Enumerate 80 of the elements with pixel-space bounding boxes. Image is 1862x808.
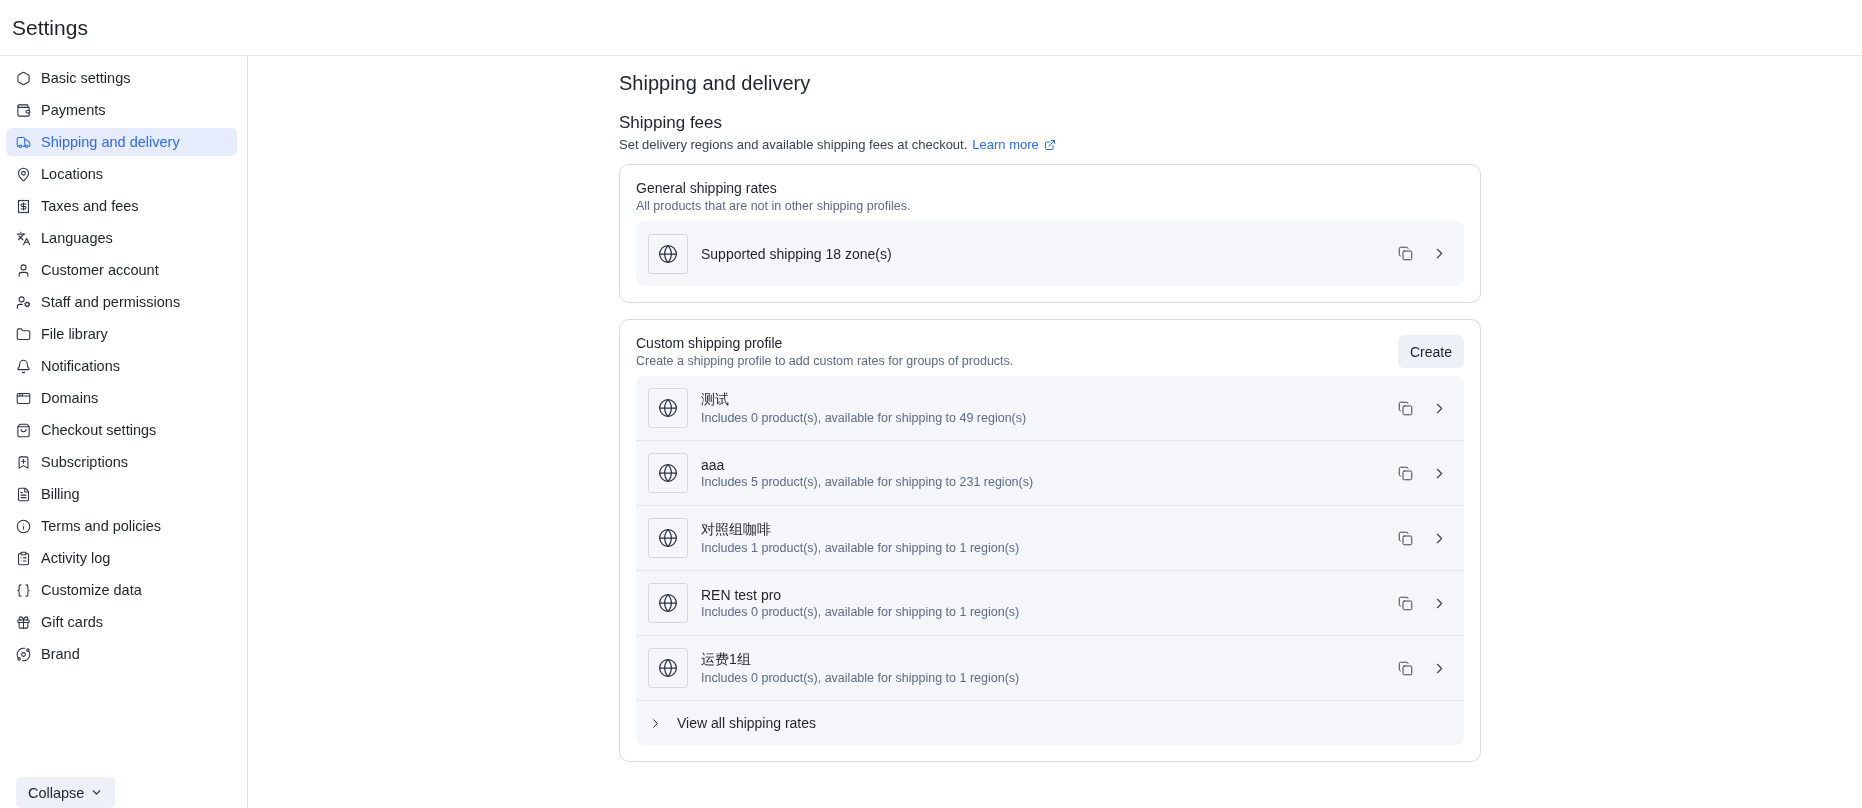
document-icon bbox=[16, 486, 31, 502]
copy-icon[interactable] bbox=[1398, 660, 1413, 676]
info-icon bbox=[16, 518, 31, 534]
card-subtitle: Create a shipping profile to add custom rates for groups of products. bbox=[636, 354, 1014, 368]
profile-name: 对照组咖啡 bbox=[701, 521, 772, 539]
profile-name: REN test pro bbox=[701, 587, 783, 603]
learn-more-link[interactable]: Learn more bbox=[972, 137, 1056, 152]
sidebar-item[interactable]: Locations bbox=[6, 160, 237, 188]
sidebar-item[interactable]: Staff and permissions bbox=[6, 288, 237, 316]
view-all-link[interactable]: View all shipping rates bbox=[636, 701, 1464, 745]
shipping-profile-row[interactable]: REN test pro Includes 0 product(s), available for shipping to 1 region(s) bbox=[636, 571, 1464, 636]
section-title: Shipping fees bbox=[619, 113, 724, 133]
wallet-icon bbox=[16, 102, 31, 118]
globe-icon bbox=[658, 528, 678, 548]
sidebar-item[interactable]: Customize data bbox=[6, 576, 237, 604]
clipboard-icon bbox=[16, 550, 31, 566]
shipping-profile-row[interactable]: 对照组咖啡 Includes 1 product(s), available for shipping to 1 region(s) bbox=[636, 506, 1464, 571]
profile-detail: Includes 0 product(s), available for shipping to 49 region(s) bbox=[701, 411, 1028, 425]
sidebar-item[interactable]: Checkout settings bbox=[6, 416, 237, 444]
collapse-button[interactable]: Collapse bbox=[16, 777, 116, 808]
profile-name: aaa bbox=[701, 457, 726, 473]
copy-icon[interactable] bbox=[1398, 400, 1413, 416]
map-pin-icon bbox=[16, 166, 31, 182]
copy-icon[interactable] bbox=[1398, 246, 1413, 261]
window-icon bbox=[16, 390, 31, 406]
profile-detail: Includes 0 product(s), available for shipping to 1 region(s) bbox=[701, 605, 1021, 619]
sidebar-item[interactable]: Languages bbox=[6, 224, 237, 252]
sidebar-item[interactable]: Shipping and delivery bbox=[6, 128, 237, 156]
receipt-icon bbox=[16, 198, 31, 214]
folder-icon bbox=[16, 326, 31, 342]
shipping-profile-row[interactable]: 测试 Includes 0 product(s), available for shipping to 49 region(s) bbox=[636, 376, 1464, 441]
profile-detail: Includes 5 product(s), available for shipping to 231 region(s) bbox=[701, 475, 1035, 489]
gift-icon bbox=[16, 614, 31, 630]
copy-icon[interactable] bbox=[1398, 595, 1413, 611]
sidebar-item[interactable]: Terms and policies bbox=[6, 512, 237, 540]
shipping-profile-row[interactable]: 运费1组 Includes 0 product(s), available for shipping to 1 region(s) bbox=[636, 636, 1464, 701]
globe-icon bbox=[658, 398, 678, 418]
globe-icon bbox=[658, 593, 678, 613]
bell-icon bbox=[16, 358, 31, 374]
profile-detail: Includes 1 product(s), available for shipping to 1 region(s) bbox=[701, 541, 1021, 555]
profile-detail: Includes 0 product(s), available for shipping to 1 region(s) bbox=[701, 671, 1021, 685]
shipping-profile-row[interactable]: aaa Includes 5 product(s), available for shipping to 231 region(s) bbox=[636, 441, 1464, 506]
page-title: Shipping and delivery bbox=[619, 72, 812, 95]
sidebar-item[interactable]: Customer account bbox=[6, 256, 237, 284]
copy-icon[interactable] bbox=[1398, 465, 1413, 481]
sidebar-item[interactable]: Basic settings bbox=[6, 64, 237, 92]
globe-icon bbox=[658, 658, 678, 678]
sidebar-item[interactable]: Billing bbox=[6, 480, 237, 508]
shopping-bag-icon bbox=[16, 422, 31, 438]
profile-name: Supported shipping 18 zone(s) bbox=[701, 245, 893, 262]
language-icon bbox=[16, 230, 31, 246]
sidebar-item[interactable]: Brand bbox=[6, 640, 237, 668]
card-title: Custom shipping profile bbox=[636, 335, 784, 351]
sidebar-item[interactable]: Payments bbox=[6, 96, 237, 124]
profile-name: 测试 bbox=[701, 391, 730, 409]
sidebar-item[interactable]: Activity log bbox=[6, 544, 237, 572]
user-gear-icon bbox=[16, 294, 31, 310]
copy-icon[interactable] bbox=[1398, 530, 1413, 546]
sidebar-item[interactable]: Taxes and fees bbox=[6, 192, 237, 220]
sidebar-item[interactable]: File library bbox=[6, 320, 237, 348]
sidebar-item[interactable]: Notifications bbox=[6, 352, 237, 380]
sidebar-item[interactable]: Gift cards bbox=[6, 608, 237, 636]
window-title: Settings bbox=[12, 15, 88, 40]
planet-icon bbox=[16, 646, 31, 662]
card-subtitle: All products that are not in other shipping profiles. bbox=[636, 199, 911, 213]
sidebar-item[interactable]: Domains bbox=[6, 384, 237, 412]
globe-icon bbox=[658, 463, 678, 483]
sidebar-item[interactable]: Subscriptions bbox=[6, 448, 237, 476]
shipping-profile-row[interactable]: Supported shipping 18 zone(s) bbox=[636, 221, 1464, 286]
profile-name: 运费1组 bbox=[701, 651, 752, 669]
braces-icon bbox=[16, 582, 31, 598]
create-button[interactable]: Create bbox=[1397, 335, 1464, 368]
card-title: General shipping rates bbox=[636, 180, 778, 196]
truck-icon bbox=[16, 134, 31, 150]
user-icon bbox=[16, 262, 31, 278]
hexagon-icon bbox=[16, 70, 31, 86]
bookmark-plus-icon bbox=[16, 454, 31, 470]
section-description: Set delivery regions and available shipping fees at checkout. bbox=[619, 137, 968, 152]
external-link-icon bbox=[1043, 138, 1056, 151]
globe-icon bbox=[658, 243, 678, 264]
